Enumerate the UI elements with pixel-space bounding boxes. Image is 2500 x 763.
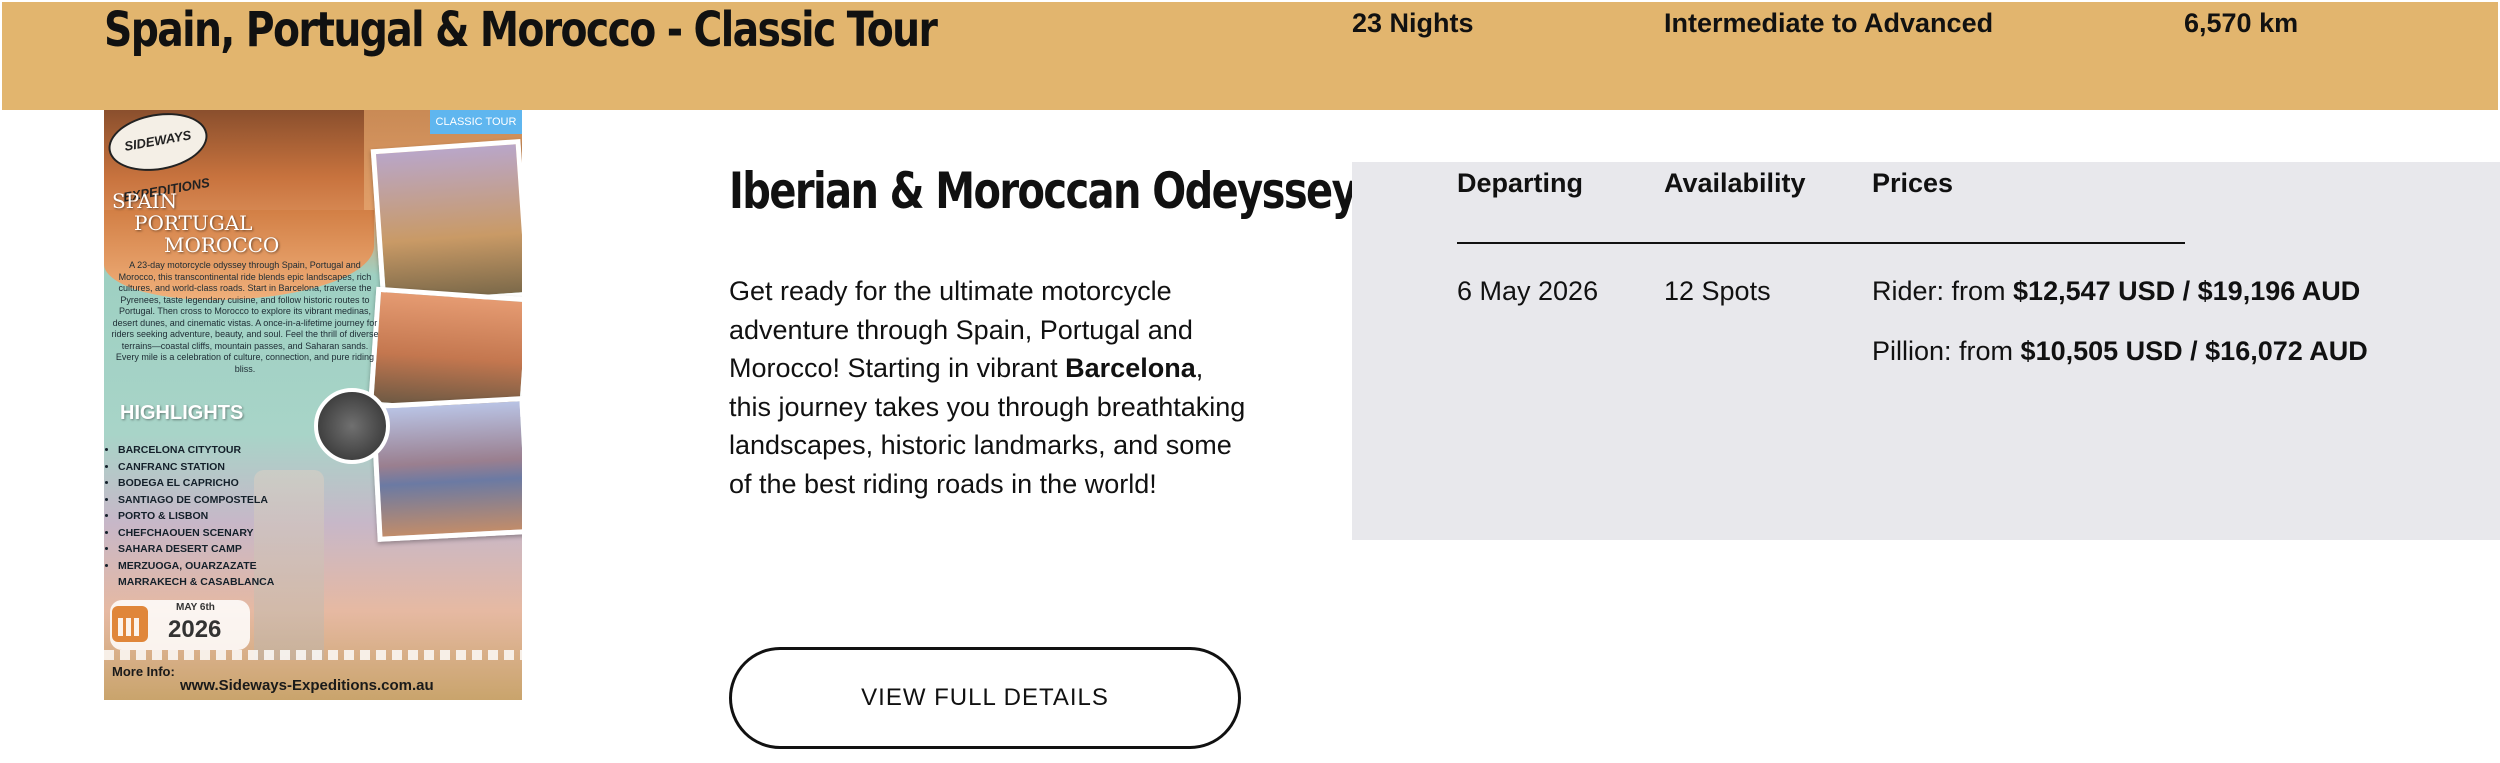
itinerary-title: Iberian & Moroccan Odeyssey <box>729 162 1358 220</box>
poster-photo-rider-circle <box>314 388 390 464</box>
poster-date-month: MAY 6th <box>176 602 215 613</box>
poster-highlights-list: BARCELONA CITYTOUR CANFRANC STATION BODE… <box>104 442 274 591</box>
poster-more-info: More Info: <box>112 664 175 679</box>
highlight-item: BARCELONA CITYTOUR <box>118 442 274 459</box>
table-divider <box>1457 242 2185 244</box>
highlight-item: SANTIAGO DE COMPOSTELA <box>118 492 274 509</box>
poster-highlights-title: HIGHLIGHTS <box>120 402 244 424</box>
tour-poster-image[interactable]: CLASSIC TOUR SIDEWAYS EXPEDITIONS SPAIN … <box>104 110 522 700</box>
poster-date-year: 2026 <box>168 616 222 643</box>
highlight-item: MARRAKECH & CASABLANCA <box>118 576 275 588</box>
column-header-availability: Availability <box>1664 168 1806 198</box>
tour-distance: 6,570 km <box>2184 8 2299 38</box>
poster-blurb: A 23-day motorcycle odyssey through Spai… <box>111 260 379 374</box>
highlight-item: PORTO & LISBON <box>118 508 274 525</box>
tour-title: Spain, Portugal & Morocco - Classic Tour <box>104 2 938 58</box>
column-header-departing: Departing <box>1457 168 1584 198</box>
poster-headline-morocco: MOROCCO <box>164 233 280 257</box>
description-city: Barcelona <box>1065 353 1196 383</box>
departure-date: 6 May 2026 <box>1457 276 1599 306</box>
pillion-price-value: $10,505 USD / $16,072 AUD <box>2020 336 2368 366</box>
tour-nights: 23 Nights <box>1352 8 1474 38</box>
rider-price: Rider: from $12,547 USD / $19,196 AUD <box>1872 276 2360 307</box>
pillion-price: Pillion: from $10,505 USD / $16,072 AUD <box>1872 336 2368 367</box>
pillion-price-label: Pillion: from <box>1872 336 2021 366</box>
poster-headline-portugal: PORTUGAL <box>134 211 253 235</box>
highlight-item: CANFRANC STATION <box>118 459 274 476</box>
rider-price-value: $12,547 USD / $19,196 AUD <box>2013 276 2361 306</box>
view-full-details-button[interactable]: VIEW FULL DETAILS <box>729 647 1241 749</box>
calendar-icon <box>112 606 148 642</box>
tour-difficulty: Intermediate to Advanced <box>1664 8 1994 38</box>
poster-website: www.Sideways-Expeditions.com.au <box>180 677 434 694</box>
availability-count: 12 Spots <box>1664 276 1771 306</box>
highlight-item: SAHARA DESERT CAMP <box>118 541 274 558</box>
itinerary-description: Get ready for the ultimate motorcycle ad… <box>729 272 1249 503</box>
poster-ribbon: CLASSIC TOUR <box>430 110 522 134</box>
highlight-item: BODEGA EL CAPRICHO <box>118 475 274 492</box>
poster-photo-city <box>370 138 522 308</box>
rider-price-label: Rider: from <box>1872 276 2014 306</box>
highlight-item: MERZUOGA, OUARZAZATE <box>118 558 274 575</box>
highlight-item: CHEFCHAOUEN SCENARY <box>118 525 274 542</box>
column-header-prices: Prices <box>1872 168 1954 198</box>
poster-headline: SPAIN PORTUGAL MOROCCO <box>112 190 279 256</box>
poster-road-divider <box>104 650 522 660</box>
poster-headline-spain: SPAIN <box>112 189 178 213</box>
poster-photo-kasbah <box>370 396 522 542</box>
